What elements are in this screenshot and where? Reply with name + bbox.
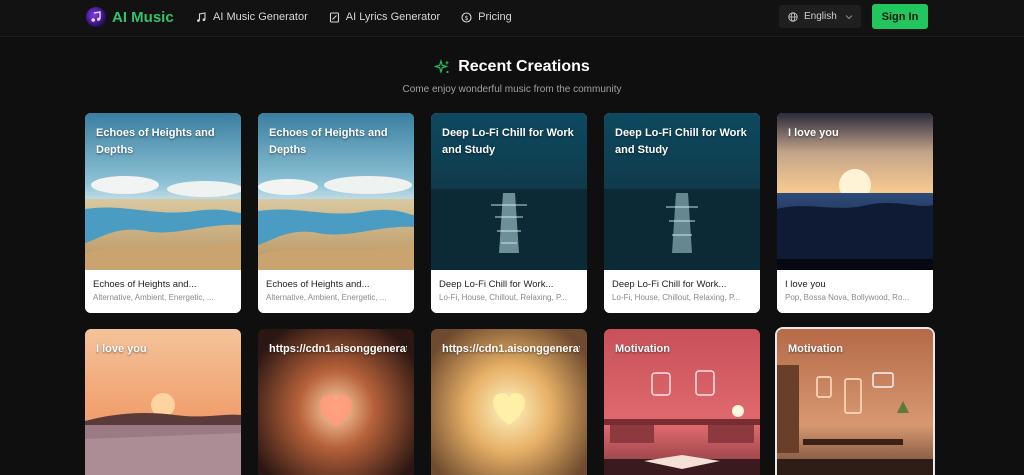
nav-ai-lyrics-generator[interactable]: AI Lyrics Generator [329, 9, 440, 25]
sign-in-button[interactable]: Sign In [872, 4, 928, 29]
main-nav: AI Music Generator AI Lyrics Generator $… [196, 9, 533, 25]
song-card[interactable]: Motivation [777, 329, 933, 475]
card-overlay-title: Motivation [615, 343, 670, 355]
card-info: Deep Lo-Fi Chill for Work... Lo-Fi, Hous… [431, 270, 587, 313]
song-card[interactable]: Echoes of Heights and Depths Echoes of H… [258, 113, 414, 313]
card-overlay-title: I love you [788, 127, 839, 139]
card-overlay-title: I love you [96, 343, 147, 355]
svg-text:$: $ [465, 14, 469, 22]
section-subtitle: Come enjoy wonderful music from the comm… [402, 84, 622, 95]
language-selector[interactable]: English [779, 5, 861, 28]
card-overlay-title: Echoes of Heights and Depths [269, 127, 388, 156]
song-card[interactable]: Deep Lo-Fi Chill for Work and Study Deep… [431, 113, 587, 313]
top-nav-bar: AI Music AI Music Generator AI Lyrics Ge… [0, 0, 1024, 37]
song-card[interactable]: https://cdn1.aisonggenerator [431, 329, 587, 475]
section-title: Recent Creations [458, 58, 590, 75]
card-info: Echoes of Heights and... Alternative, Am… [85, 270, 241, 313]
brand-logo[interactable]: AI Music [86, 6, 174, 28]
card-overlay-title: Echoes of Heights and Depths [96, 127, 215, 156]
nav-label: AI Music Generator [213, 11, 308, 23]
song-cover-image: Echoes of Heights and Depths [258, 113, 414, 270]
music-logo-icon [86, 7, 106, 27]
chevron-down-icon [845, 14, 853, 19]
song-cover-image: I love you [777, 113, 933, 270]
card-overlay-title: Deep Lo-Fi Chill for Work and Study [442, 127, 574, 156]
card-genre-tags: Alternative, Ambient, Energetic, ... [93, 293, 214, 302]
sparkle-icon [434, 58, 450, 74]
song-card[interactable]: I love you [85, 329, 241, 475]
dollar-circle-icon: $ [461, 11, 472, 23]
song-card[interactable]: Echoes of Heights and Depths Echoes of H… [85, 113, 241, 313]
nav-label: Pricing [478, 11, 512, 23]
card-info: Deep Lo-Fi Chill for Work... Lo-Fi, Hous… [604, 270, 760, 313]
card-overlay-title: https://cdn1.aisonggenerator [442, 343, 580, 355]
song-cover-image: Deep Lo-Fi Chill for Work and Study [431, 113, 587, 270]
song-cover-image: I love you [85, 329, 241, 475]
song-cover-image: Echoes of Heights and Depths [85, 113, 241, 270]
song-cover-image: https://cdn1.aisonggenerator [431, 329, 587, 475]
card-genre-tags: Alternative, Ambient, Energetic, ... [266, 293, 387, 302]
song-card[interactable]: https://cdn1.aisonggenerator [258, 329, 414, 475]
song-card[interactable]: Motivation [604, 329, 760, 475]
song-cover-image: Deep Lo-Fi Chill for Work and Study [604, 113, 760, 270]
card-genre-tags: Lo-Fi, House, Chillout, Relaxing, P... [612, 293, 740, 302]
song-card[interactable]: Deep Lo-Fi Chill for Work and Study Deep… [604, 113, 760, 313]
card-info: I love you Pop, Bossa Nova, Bollywood, R… [777, 270, 933, 313]
nav-ai-music-generator[interactable]: AI Music Generator [196, 9, 308, 25]
card-info: Echoes of Heights and... Alternative, Am… [258, 270, 414, 313]
card-song-name: I love you [785, 279, 826, 290]
globe-icon [788, 11, 798, 22]
card-overlay-title: Deep Lo-Fi Chill for Work and Study [615, 127, 747, 156]
card-song-name: Deep Lo-Fi Chill for Work... [439, 279, 554, 290]
card-overlay-title: https://cdn1.aisonggenerator [269, 343, 407, 355]
song-cover-image: Motivation [604, 329, 760, 475]
nav-pricing[interactable]: $ Pricing [461, 9, 512, 25]
language-label: English [804, 11, 837, 22]
card-song-name: Echoes of Heights and... [93, 279, 197, 290]
brand-name: AI Music [112, 8, 174, 26]
nav-label: AI Lyrics Generator [345, 11, 441, 23]
card-song-name: Deep Lo-Fi Chill for Work... [612, 279, 727, 290]
song-cover-image: Motivation [777, 329, 933, 475]
card-genre-tags: Pop, Bossa Nova, Bollywood, Ro... [785, 293, 910, 302]
song-cover-image: https://cdn1.aisonggenerator [258, 329, 414, 475]
section-header: Recent Creations [0, 56, 1024, 78]
music-note-icon [197, 11, 206, 22]
card-overlay-title: Motivation [788, 343, 843, 355]
song-card[interactable]: I love you I love you Pop, Bossa Nova, B… [777, 113, 933, 313]
card-genre-tags: Lo-Fi, House, Chillout, Relaxing, P... [439, 293, 567, 302]
lyrics-doc-icon [329, 11, 339, 23]
card-song-name: Echoes of Heights and... [266, 279, 370, 290]
